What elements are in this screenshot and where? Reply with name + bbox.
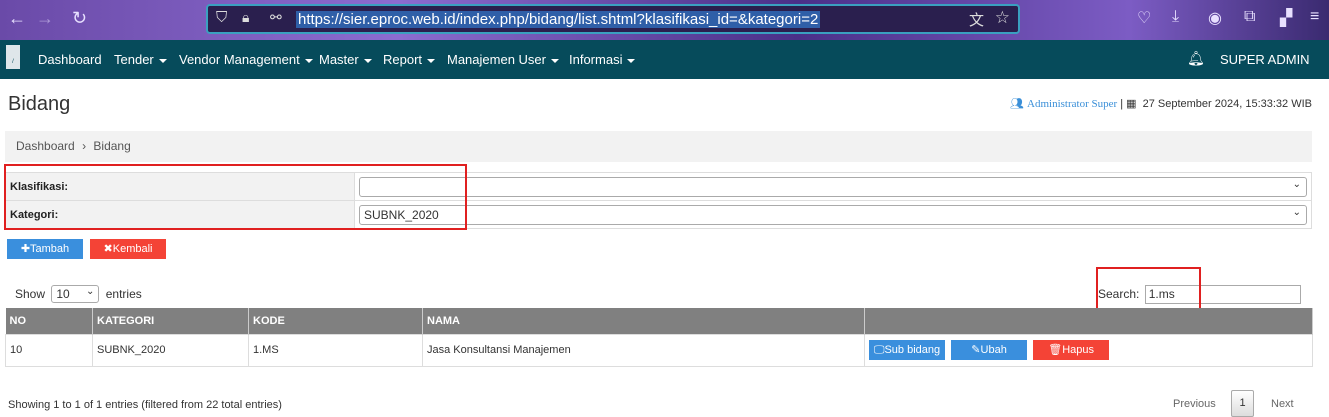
nav-manajemen-label: Manajemen User	[447, 52, 546, 67]
entries-value: 10	[56, 287, 70, 301]
table-row: 10 SUBNK_2020 1.MS Jasa Konsultansi Mana…	[5, 333, 1313, 367]
nav-dashboard[interactable]: Dashboard	[38, 52, 102, 67]
menu-icon[interactable]: ≡	[1310, 8, 1319, 26]
bookmark-star-icon[interactable]: ☆	[995, 8, 1010, 28]
nav-vendor-label: Vendor Management	[179, 52, 300, 67]
extensions-icon[interactable]: ⧉	[1244, 8, 1255, 26]
bell-icon[interactable]: 🔔︎	[1187, 50, 1205, 67]
delete-button[interactable]: 🗑︎Hapus	[1033, 339, 1110, 360]
translate-icon[interactable]: 文	[969, 9, 984, 30]
klasifikasi-select[interactable]: ⌄	[359, 176, 1307, 197]
separator: |	[1120, 98, 1124, 110]
show-label: Show	[15, 287, 46, 301]
x-icon: ✖	[103, 243, 113, 255]
caret-down-icon	[158, 58, 167, 63]
back-icon[interactable]: ←	[8, 8, 26, 29]
page-title: Bidang	[8, 93, 71, 115]
edit-icon: ✎	[971, 343, 981, 356]
col-nama[interactable]: NAMA	[422, 308, 865, 334]
nav-master-label: Master	[319, 52, 359, 67]
main-navbar: / Dashboard Tender Vendor Management Mas…	[0, 40, 1329, 79]
caret-down-icon	[551, 58, 559, 63]
nav-manajemen-user[interactable]: Manajemen User	[447, 52, 559, 67]
col-no[interactable]: NO	[5, 308, 93, 334]
nav-tender[interactable]: Tender	[114, 52, 167, 67]
add-label: Tambah	[30, 243, 70, 255]
users-icon: 👥︎	[1009, 98, 1024, 110]
user-info: 👥︎ Administrator Super | ▦ 27 September …	[1010, 97, 1312, 110]
cell-kategori: SUBNK_2020	[92, 333, 249, 367]
plus-icon: ✚	[20, 243, 31, 255]
lock-icon: 🔒︎	[242, 9, 250, 25]
entries-label: entries	[105, 287, 142, 301]
nav-master[interactable]: Master	[319, 52, 372, 67]
highlight-box-search	[1096, 267, 1201, 313]
nav-report[interactable]: Report	[383, 52, 436, 67]
next-button[interactable]: Next	[1271, 398, 1294, 410]
col-kode[interactable]: KODE	[248, 308, 423, 334]
trash-icon: 🗑︎	[1048, 343, 1063, 356]
reload-icon[interactable]: ↻	[72, 8, 87, 29]
caret-down-icon	[304, 58, 313, 63]
cell-nama: Jasa Konsultansi Manajemen	[422, 333, 865, 367]
add-button[interactable]: ✚Tambah	[7, 239, 83, 259]
breadcrumb-bidang: Bidang	[93, 139, 131, 153]
entries-select[interactable]: 10 ⌄	[51, 285, 100, 303]
edit-button[interactable]: ✎Ubah	[951, 339, 1028, 360]
nav-informasi-label: Informasi	[569, 52, 623, 67]
user-menu[interactable]: SUPER ADMIN	[1220, 52, 1310, 67]
col-kategori[interactable]: KATEGORI	[92, 308, 249, 334]
bidang-table: NO KATEGORI KODE NAMA 10 SUBNK_2020 1.MS…	[5, 308, 1313, 367]
browser-toolbar: ← → ↻ ⛉ 🔒︎ ⚯ https://sier.eproc.web.id/i…	[0, 0, 1329, 40]
breadcrumb: Dashboard › Bidang	[5, 131, 1312, 162]
sub-bidang-label: Sub bidang	[884, 343, 941, 356]
breadcrumb-separator: ›	[82, 139, 87, 153]
caret-down-icon	[627, 58, 636, 63]
extension-icon[interactable]: ▞	[1280, 8, 1292, 28]
nav-vendor-management[interactable]: Vendor Management	[179, 52, 313, 67]
delete-label: Hapus	[1062, 343, 1094, 356]
sub-bidang-button[interactable]: 🖵︎Sub bidang	[869, 339, 945, 360]
length-control: Show 10 ⌄ entries	[15, 285, 142, 303]
calendar-icon: ▦	[1126, 98, 1137, 110]
cell-no: 10	[5, 333, 93, 367]
permissions-icon: ⚯	[270, 9, 282, 25]
chevron-down-icon: ⌄	[85, 286, 95, 297]
datetime: 27 September 2024, 15:33:32 WIB	[1142, 98, 1312, 110]
pocket-icon[interactable]: ♡	[1137, 8, 1151, 28]
address-bar[interactable]: ⛉ 🔒︎ ⚯ https://sier.eproc.web.id/index.p…	[206, 4, 1020, 34]
back-label: Kembali	[112, 243, 153, 255]
cell-kode: 1.MS	[248, 333, 423, 367]
chevron-down-icon: ⌄	[1292, 178, 1301, 190]
highlight-box-filters	[4, 164, 467, 230]
url-text: https://sier.eproc.web.id/index.php/bida…	[296, 11, 821, 28]
edit-label: Ubah	[980, 343, 1007, 356]
kategori-select[interactable]: SUBNK_2020 ⌄	[359, 204, 1307, 225]
download-icon[interactable]: ⤓	[1172, 8, 1179, 26]
col-actions	[864, 308, 1313, 334]
nav-tender-label: Tender	[114, 52, 154, 67]
chevron-down-icon: ⌄	[1292, 206, 1301, 218]
page-1-button[interactable]: 1	[1231, 390, 1254, 417]
account-icon[interactable]: ◉	[1208, 8, 1222, 28]
shield-icon: ⛉	[216, 9, 228, 26]
caret-down-icon	[427, 58, 436, 63]
monitor-icon: 🖵︎	[873, 343, 885, 356]
sier-logo[interactable]: /	[6, 45, 20, 69]
back-button[interactable]: ✖Kembali	[90, 239, 166, 259]
nav-informasi[interactable]: Informasi	[569, 52, 636, 67]
previous-button[interactable]: Previous	[1173, 398, 1216, 410]
table-info: Showing 1 to 1 of 1 entries (filtered fr…	[8, 399, 282, 411]
breadcrumb-dashboard[interactable]: Dashboard	[16, 139, 75, 153]
table-header: NO KATEGORI KODE NAMA	[5, 308, 1313, 334]
nav-report-label: Report	[383, 52, 423, 67]
forward-icon[interactable]: →	[36, 8, 54, 29]
admin-link[interactable]: Administrator Super	[1027, 98, 1117, 110]
caret-down-icon	[363, 58, 372, 63]
